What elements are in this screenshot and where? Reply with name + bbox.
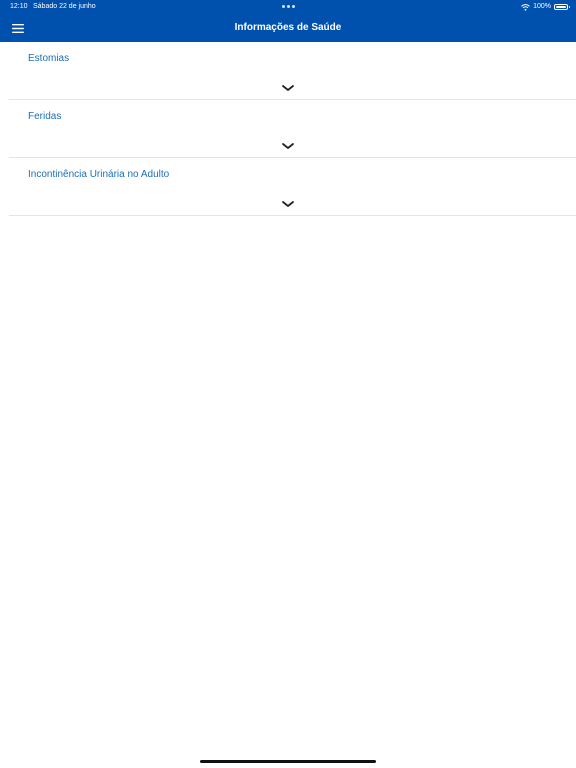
- section-estomias[interactable]: Estomias: [9, 42, 576, 100]
- top-bar: 12:10 Sábado 22 de junho 100% Informaçõe…: [0, 0, 576, 42]
- chevron-down-icon[interactable]: [281, 199, 295, 209]
- home-indicator[interactable]: [200, 760, 376, 763]
- section-list: Estomias Feridas Incontinência Urinária …: [0, 42, 576, 216]
- section-title: Estomias: [28, 53, 70, 64]
- health-info-screen: 12:10 Sábado 22 de junho 100% Informaçõe…: [0, 0, 576, 768]
- chevron-down-icon[interactable]: [281, 83, 295, 93]
- status-bar: 12:10 Sábado 22 de junho 100%: [0, 0, 576, 14]
- status-time: 12:10: [10, 3, 28, 10]
- battery-icon: [554, 4, 570, 10]
- multitask-dots-icon[interactable]: [282, 5, 295, 8]
- hamburger-menu-icon[interactable]: [8, 18, 28, 38]
- status-date: Sábado 22 de junho: [33, 3, 96, 10]
- chevron-down-icon[interactable]: [281, 141, 295, 151]
- page-title: Informações de Saúde: [234, 22, 342, 33]
- wifi-icon: [521, 3, 530, 11]
- section-title: Feridas: [28, 111, 62, 122]
- section-incontinencia[interactable]: Incontinência Urinária no Adulto: [9, 158, 576, 216]
- navigation-bar: Informações de Saúde: [0, 14, 576, 42]
- status-indicators: 100%: [521, 0, 570, 14]
- battery-percentage: 100%: [533, 3, 551, 10]
- section-title: Incontinência Urinária no Adulto: [28, 169, 170, 180]
- section-feridas[interactable]: Feridas: [9, 100, 576, 158]
